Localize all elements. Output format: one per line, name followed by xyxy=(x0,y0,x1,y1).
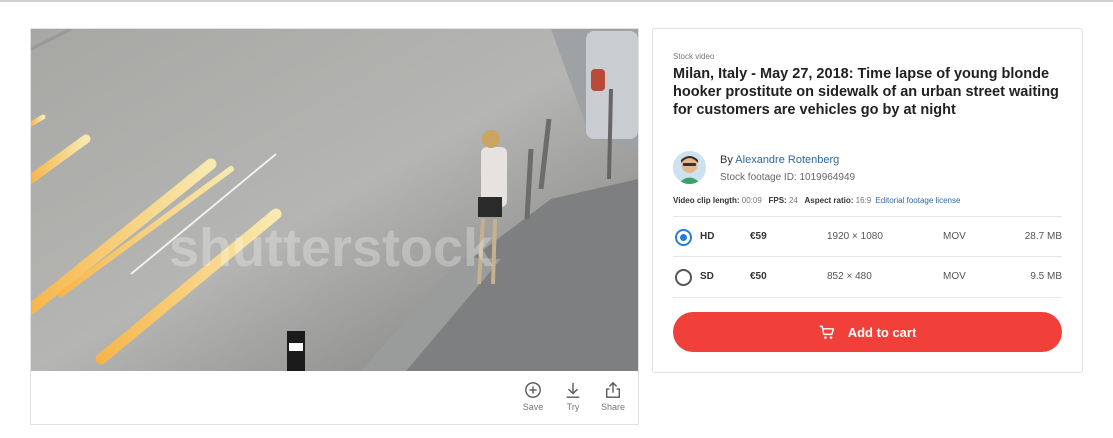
share-label: Share xyxy=(600,402,626,412)
cart-icon xyxy=(819,325,834,339)
share-icon xyxy=(606,381,620,398)
clip-length-value: 00:09 xyxy=(741,196,762,205)
plus-circle-icon xyxy=(525,382,541,398)
byline: By Alexandre Rotenberg xyxy=(720,154,839,166)
author-avatar-image xyxy=(673,151,706,184)
byline-prefix: By xyxy=(720,154,733,166)
format: MOV xyxy=(943,271,966,282)
download-icon xyxy=(566,382,580,398)
radio-hd[interactable] xyxy=(675,229,692,246)
option-row-sd[interactable]: SD €50 852 × 480 MOV 9.5 MB xyxy=(673,257,1062,298)
add-to-cart-button[interactable]: Add to cart xyxy=(673,312,1062,352)
format: MOV xyxy=(943,231,966,242)
video-preview-panel: shutterstock Save Try Share xyxy=(30,28,639,425)
radio-sd[interactable] xyxy=(675,269,692,286)
details-card: Stock video Milan, Italy - May 27, 2018:… xyxy=(652,28,1083,373)
clip-metadata: Video clip length: 00:09 FPS: 24 Aspect … xyxy=(673,196,960,205)
save-button[interactable]: Save xyxy=(520,381,546,412)
try-label: Try xyxy=(566,402,580,412)
quality-label: SD xyxy=(700,271,714,282)
resolution: 1920 × 1080 xyxy=(827,231,883,242)
content-type-label: Stock video xyxy=(673,52,715,61)
save-label: Save xyxy=(522,402,544,412)
option-row-hd[interactable]: HD €59 1920 × 1080 MOV 28.7 MB xyxy=(673,216,1062,257)
price: €59 xyxy=(750,231,767,242)
video-frame-image xyxy=(31,29,638,371)
share-button[interactable]: Share xyxy=(600,381,626,412)
fps-value: 24 xyxy=(788,196,798,205)
clip-title: Milan, Italy - May 27, 2018: Time lapse … xyxy=(673,66,1059,118)
aspect-ratio-label: Aspect ratio: xyxy=(804,196,854,205)
quality-label: HD xyxy=(700,231,715,242)
preview-actions: Save Try Share xyxy=(520,381,626,412)
video-thumbnail[interactable]: shutterstock xyxy=(31,29,638,371)
file-size: 28.7 MB xyxy=(1024,231,1062,242)
stock-footage-id: Stock footage ID: 1019964949 xyxy=(720,172,856,183)
avatar[interactable] xyxy=(673,151,706,184)
resolution: 852 × 480 xyxy=(827,271,872,282)
clip-length-label: Video clip length: xyxy=(673,196,740,205)
author-link[interactable]: Alexandre Rotenberg xyxy=(735,154,839,166)
aspect-ratio-value: 16:9 xyxy=(855,196,872,205)
add-to-cart-label: Add to cart xyxy=(847,324,917,340)
license-link[interactable]: Editorial footage license xyxy=(875,196,960,205)
try-button[interactable]: Try xyxy=(560,381,586,412)
price: €50 xyxy=(750,271,767,282)
file-size: 9.5 MB xyxy=(1030,271,1062,282)
fps-label: FPS: xyxy=(768,196,787,205)
top-divider xyxy=(0,0,1113,2)
